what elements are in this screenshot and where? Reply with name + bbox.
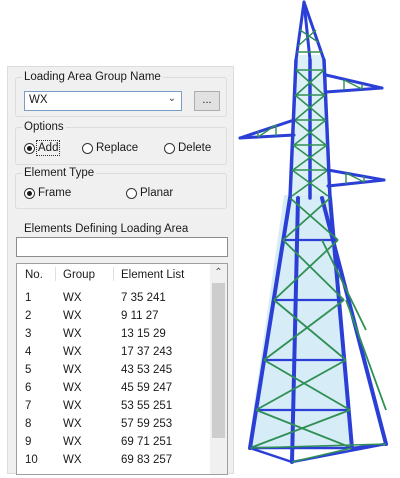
row-number: 10 [25,454,38,466]
table-row[interactable]: 8 WX 57 59 253 [17,416,210,432]
loading-area-group-label: Loading Area Group Name [22,70,163,84]
table-row[interactable]: 10 WX 69 83 257 [17,452,210,468]
option-replace-radio[interactable]: Replace [82,142,138,154]
row-group: WX [63,364,82,376]
option-add-radio[interactable]: Add [24,140,61,156]
row-number: 7 [25,400,32,412]
element-type-planar-label: Planar [140,187,174,199]
row-element-list: 9 11 27 [121,310,159,322]
table-row[interactable]: 7 WX 53 55 251 [17,398,210,414]
row-element-list: 69 71 251 [121,436,173,448]
option-add-label: Add [35,140,61,156]
row-element-list: 17 37 243 [121,346,173,358]
loading-area-group-value: WX [29,94,48,106]
row-group: WX [63,436,82,448]
options-group: Options Add Replace Delete [15,120,227,165]
table-row[interactable]: 2 WX 9 11 27 [17,308,210,324]
row-element-list: 53 55 251 [121,400,173,412]
row-group: WX [63,454,82,466]
element-type-frame-radio[interactable]: Frame [24,187,71,199]
row-number: 2 [25,310,32,322]
row-number: 9 [25,436,32,448]
loading-area-group-dropdown[interactable]: WX ⌄ [24,91,182,111]
loading-area-table: No. Group Element List 1 WX 7 35 241 2 W… [16,263,228,475]
row-element-list: 57 59 253 [121,418,173,430]
row-element-list: 7 35 241 [121,292,166,304]
row-group: WX [63,400,82,412]
row-number: 1 [25,292,32,304]
loading-area-group-box: Loading Area Group Name WX ⌄ ... [15,70,227,117]
table-row[interactable]: 3 WX 13 15 29 [17,326,210,342]
column-header-no: No. [25,269,43,281]
element-type-group: Element Type Frame Planar [15,166,227,209]
row-number: 4 [25,346,32,358]
row-number: 6 [25,382,32,394]
radio-selected-icon [24,142,35,154]
column-divider [55,267,56,281]
browse-group-button[interactable]: ... [194,91,220,111]
scrollbar-thumb[interactable] [212,283,225,438]
scroll-up-arrow-icon[interactable]: ⌃ [210,264,227,281]
row-group: WX [63,328,82,340]
radio-unselected-icon [164,142,175,154]
row-group: WX [63,382,82,394]
row-element-list: 69 83 257 [121,454,173,466]
option-delete-radio[interactable]: Delete [164,142,211,154]
column-header-group: Group [63,269,95,281]
options-label: Options [22,120,66,134]
row-group: WX [63,346,82,358]
table-row[interactable]: 6 WX 45 59 247 [17,380,210,396]
radio-selected-icon [24,187,35,199]
row-group: WX [63,310,82,322]
element-type-frame-label: Frame [38,187,72,199]
column-divider [113,267,114,281]
option-replace-label: Replace [96,142,139,154]
table-row[interactable]: 1 WX 7 35 241 [17,290,210,306]
chevron-down-icon: ⌄ [167,93,176,104]
transmission-tower-model [238,0,388,464]
radio-unselected-icon [126,187,137,199]
loading-area-panel: Loading Area Group Name WX ⌄ ... Options… [7,66,234,475]
table-row[interactable]: 4 WX 17 37 243 [17,344,210,360]
row-number: 8 [25,418,32,430]
row-number: 5 [25,364,32,376]
row-element-list: 13 15 29 [121,328,166,340]
radio-unselected-icon [82,142,93,154]
table-row[interactable]: 9 WX 69 71 251 [17,434,210,450]
table-vertical-scrollbar[interactable]: ⌃ [210,264,227,474]
row-group: WX [63,418,82,430]
row-element-list: 43 53 245 [121,364,173,376]
row-element-list: 45 59 247 [121,382,173,394]
column-header-element-list: Element List [121,269,185,281]
option-delete-label: Delete [178,142,212,154]
table-row[interactable]: 5 WX 43 53 245 [17,362,210,378]
elements-defining-label: Elements Defining Loading Area [24,223,189,235]
table-header: No. Group Element List [17,264,210,286]
element-type-label: Element Type [22,166,97,180]
row-group: WX [63,292,82,304]
row-number: 3 [25,328,32,340]
elements-defining-input[interactable] [16,237,228,257]
element-type-planar-radio[interactable]: Planar [126,187,173,199]
